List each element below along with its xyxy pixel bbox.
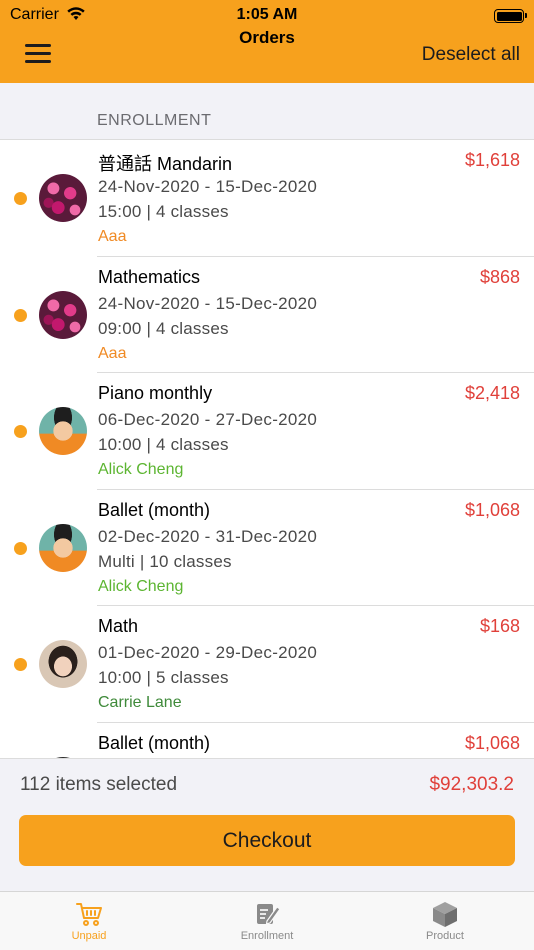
student-name: Alick Cheng	[98, 461, 184, 478]
order-title: Ballet (month)	[98, 732, 211, 753]
cart-icon	[75, 900, 103, 928]
selected-dot-icon[interactable]	[14, 425, 27, 438]
selected-dot-icon[interactable]	[14, 658, 27, 671]
total-amount: $92,303.2	[429, 774, 514, 795]
order-price: $2,418	[464, 383, 520, 403]
selected-count: 112 items selected	[20, 774, 178, 795]
order-row[interactable]: Ballet (month) $1,068 02-Dec-2020 - 31-D…	[0, 490, 534, 607]
tab-product[interactable]: Product	[356, 892, 534, 950]
navigation-bar: Carrier 1:05 AM Orders Deselect all	[0, 0, 534, 83]
battery-icon	[494, 9, 527, 23]
tab-label: Unpaid	[71, 930, 107, 942]
avatar	[39, 640, 87, 688]
tab-unpaid[interactable]: Unpaid	[0, 892, 178, 950]
order-meta: 09:00 | 4 classes	[98, 318, 229, 338]
hamburger-icon[interactable]	[25, 44, 51, 64]
order-price: $1,068	[464, 499, 520, 520]
avatar	[39, 523, 87, 572]
order-meta: 10:00 | 5 classes	[98, 668, 229, 687]
order-dates: 24-Nov-2020 - 15-Dec-2020	[98, 177, 318, 196]
student-name: Aaa	[98, 344, 127, 362]
order-title: Mathematics	[98, 266, 201, 287]
selected-dot-icon[interactable]	[14, 308, 27, 322]
avatar	[39, 407, 87, 455]
order-price: $1,618	[464, 150, 520, 170]
order-row[interactable]: Mathematics $868 24-Nov-2020 - 15-Dec-20…	[0, 257, 534, 374]
order-dates: 06-Dec-2020 - 27-Dec-2020	[98, 410, 318, 429]
avatar	[39, 290, 87, 339]
order-dates: 02-Dec-2020 - 31-Dec-2020	[98, 526, 318, 546]
order-meta: Multi | 10 classes	[98, 551, 232, 571]
selected-dot-icon[interactable]	[14, 541, 27, 555]
selected-dot-icon[interactable]	[14, 192, 27, 205]
order-title: Piano monthly	[98, 383, 213, 403]
avatar	[39, 174, 87, 222]
order-price: $868	[479, 266, 520, 287]
status-bar: Carrier 1:05 AM	[0, 4, 534, 24]
order-row[interactable]: Piano monthly $2,418 06-Dec-2020 - 27-De…	[0, 373, 534, 490]
order-title: 普通話 Mandarin	[98, 154, 233, 174]
order-meta: 15:00 | 4 classes	[98, 202, 229, 221]
student-name: Carrie Lane	[98, 694, 182, 711]
order-list[interactable]: 普通話 Mandarin $1,618 24-Nov-2020 - 15-Dec…	[0, 140, 534, 758]
section-header-label: ENROLLMENT	[97, 112, 212, 129]
checkout-button[interactable]: Checkout	[19, 815, 515, 866]
section-header: ENROLLMENT	[0, 83, 534, 140]
tab-label: Product	[426, 930, 464, 942]
order-row[interactable]: Math $168 01-Dec-2020 - 29-Dec-2020 10:0…	[0, 606, 534, 723]
deselect-all-button[interactable]: Deselect all	[422, 44, 520, 66]
order-price: $168	[479, 616, 520, 636]
checkout-panel: 112 items selected $92,303.2 Checkout	[0, 758, 534, 891]
student-name: Aaa	[98, 228, 127, 245]
order-row[interactable]: 普通話 Mandarin $1,618 24-Nov-2020 - 15-Dec…	[0, 140, 534, 257]
order-meta: 10:00 | 4 classes	[98, 435, 229, 454]
box-icon	[431, 900, 459, 928]
order-title: Math	[98, 616, 139, 636]
order-price: $1,068	[464, 732, 520, 753]
order-dates: 24-Nov-2020 - 15-Dec-2020	[98, 293, 318, 313]
order-title: Ballet (month)	[98, 499, 211, 520]
tab-label: Enrollment	[240, 930, 294, 942]
order-row[interactable]: Ballet (month) $1,068	[0, 723, 534, 758]
tab-enrollment[interactable]: Enrollment	[178, 892, 356, 950]
student-name: Alick Cheng	[98, 577, 184, 595]
tab-bar: Unpaid Enrollment Product	[0, 891, 534, 950]
clock: 1:05 AM	[236, 6, 298, 23]
document-edit-icon	[253, 900, 281, 928]
order-dates: 01-Dec-2020 - 29-Dec-2020	[98, 643, 318, 662]
